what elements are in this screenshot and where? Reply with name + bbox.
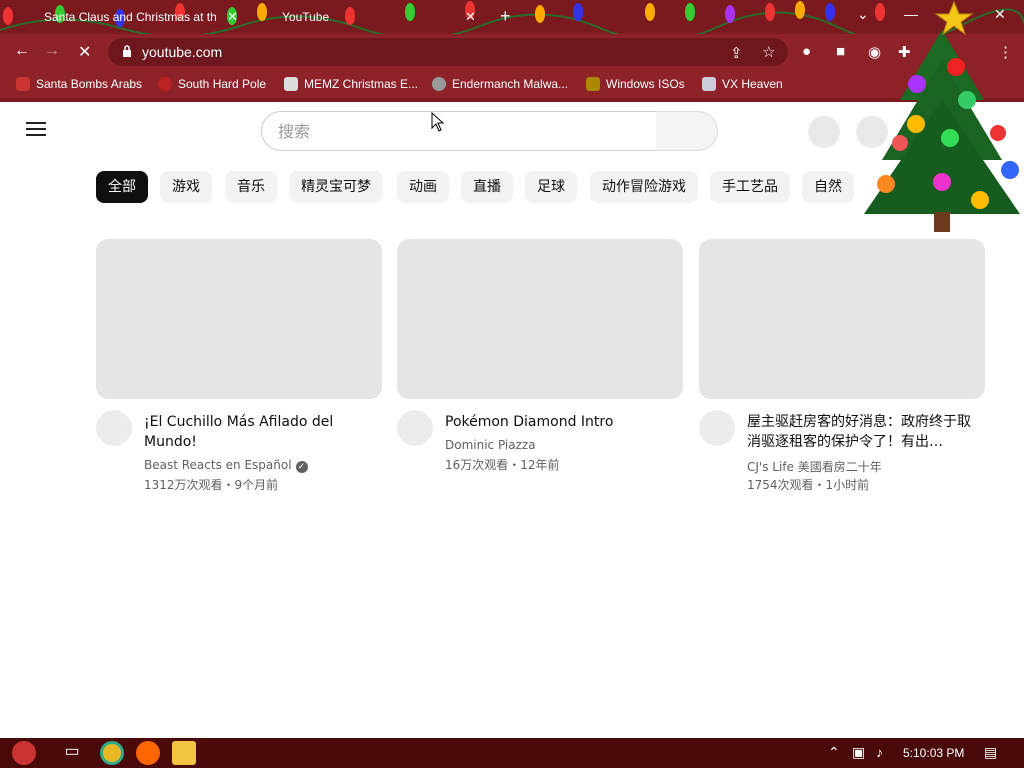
bookmark-item[interactable]: Santa Bombs Arabs	[16, 77, 142, 91]
network-icon[interactable]: ▣	[852, 744, 865, 761]
tab-label: Santa Claus and Christmas at the	[44, 10, 216, 24]
channel-name[interactable]: Beast Reacts en Español ✓	[144, 458, 308, 473]
bookmark-label: MEMZ Christmas E...	[304, 77, 419, 91]
video-stats: 1754次观看・1小时前	[747, 478, 870, 492]
back-icon[interactable]: ←	[14, 42, 30, 60]
chip-action-adventure[interactable]: 动作冒险游戏	[590, 171, 698, 203]
forward-icon[interactable]: →	[44, 42, 60, 60]
chip-crafts[interactable]: 手工艺品	[710, 171, 790, 203]
chip-soccer[interactable]: 足球	[525, 171, 577, 203]
vx-heaven-icon	[702, 77, 716, 91]
chip-live[interactable]: 直播	[461, 171, 513, 203]
channel-avatar[interactable]	[397, 410, 433, 446]
file-explorer-icon[interactable]	[172, 741, 196, 765]
bookmark-label: VX Heaven	[722, 77, 783, 91]
new-tab-icon[interactable]: +	[500, 6, 511, 27]
clock[interactable]: 5:10:03 PM	[903, 746, 964, 760]
channel-label: Beast Reacts en Español	[144, 458, 292, 472]
lock-icon	[123, 45, 131, 57]
menu-icon[interactable]	[26, 122, 46, 138]
bookmark-item[interactable]: MEMZ Christmas E...	[284, 77, 418, 91]
video-title[interactable]: ¡El Cuchillo Más Afilado del Mundo!	[144, 412, 374, 452]
memz-icon	[284, 77, 298, 91]
windows-taskbar: ▭ ⌃ ▣ ♪ 5:10:03 PM ▤	[0, 738, 1024, 768]
volume-icon[interactable]: ♪	[876, 744, 883, 760]
chip-animation[interactable]: 动画	[397, 171, 449, 203]
share-icon[interactable]: ⇪	[730, 44, 743, 62]
windows-isos-icon	[586, 77, 600, 91]
url-text: youtube.com	[142, 44, 223, 60]
bookmark-label: Santa Bombs Arabs	[36, 77, 143, 91]
close-tab-icon[interactable]: ✕	[465, 9, 476, 25]
verified-icon: ✓	[295, 461, 308, 473]
video-title[interactable]: 屋主驱赶房客的好消息：政府终于取消驱逐租客的保护令了！有出…	[747, 412, 977, 452]
video-thumbnail[interactable]	[96, 239, 382, 399]
endermanch-icon	[432, 77, 446, 91]
tray-chevron-icon[interactable]: ⌃	[828, 744, 840, 761]
bookmark-label: Endermanch Malwa...	[452, 77, 569, 91]
christmas-tree-decoration	[864, 0, 1020, 232]
search-box[interactable]	[261, 111, 657, 151]
close-tab-icon[interactable]: ✕	[227, 9, 238, 25]
bookmark-item[interactable]: Windows ISOs	[586, 77, 685, 91]
santa-icon	[16, 77, 30, 91]
channel-avatar[interactable]	[699, 410, 735, 446]
notification-icon[interactable]: ▤	[984, 744, 997, 761]
chip-music[interactable]: 音乐	[225, 171, 277, 203]
voice-search-button[interactable]	[808, 116, 840, 148]
tab-label: YouTube	[282, 10, 330, 24]
video-stats: 1312万次观看・9个月前	[144, 478, 279, 492]
channel-name[interactable]: CJ's Life 美國看房二十年	[747, 458, 882, 475]
channel-name[interactable]: Dominic Piazza	[445, 438, 536, 452]
bookmark-label: Windows ISOs	[606, 77, 685, 91]
bookmark-item[interactable]: VX Heaven	[702, 77, 783, 91]
snowflake-icon	[158, 77, 172, 91]
chip-games[interactable]: 游戏	[160, 171, 212, 203]
search-button[interactable]	[656, 111, 718, 151]
extension-flag-icon[interactable]: ●	[802, 43, 811, 60]
video-title[interactable]: Pokémon Diamond Intro	[445, 412, 675, 432]
chip-pokemon[interactable]: 精灵宝可梦	[289, 171, 383, 203]
video-stats: 16万次观看・12年前	[445, 458, 560, 472]
extension-s-icon[interactable]: ■	[836, 43, 845, 60]
video-thumbnail[interactable]	[699, 239, 985, 399]
bookmark-item[interactable]: South Hard Pole	[158, 77, 266, 91]
tab-youtube[interactable]: YouTube ✕	[246, 0, 488, 34]
bookmark-label: South Hard Pole	[178, 77, 267, 91]
video-thumbnail[interactable]	[397, 239, 683, 399]
chip-nature[interactable]: 自然	[802, 171, 854, 203]
task-view-icon[interactable]: ▭	[60, 741, 84, 765]
star-icon[interactable]: ☆	[762, 43, 775, 61]
bookmark-item[interactable]: Endermanch Malwa...	[432, 77, 568, 91]
mouse-cursor-icon	[431, 112, 445, 132]
firefox-icon[interactable]	[136, 741, 160, 765]
chrome-icon[interactable]	[100, 741, 124, 765]
channel-avatar[interactable]	[96, 410, 132, 446]
chip-all[interactable]: 全部	[96, 171, 148, 203]
stop-icon[interactable]: ✕	[78, 42, 91, 62]
start-button-icon[interactable]	[12, 741, 36, 765]
tab-santa-claus[interactable]: Santa Claus and Christmas at the ✕	[0, 0, 246, 34]
address-bar[interactable]: youtube.com ⇪ ☆	[108, 38, 788, 66]
search-input[interactable]	[278, 112, 638, 150]
